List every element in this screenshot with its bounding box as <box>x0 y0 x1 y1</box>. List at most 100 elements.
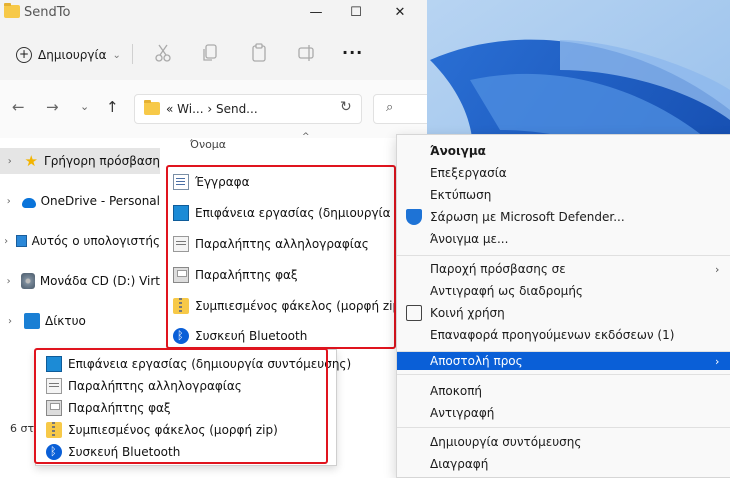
file-label: Παραλήπτης αλληλογραφίας <box>195 237 369 251</box>
menu-item-copy-as-path[interactable]: Αντιγραφή ως διαδρομής <box>397 280 730 302</box>
context-menu: Άνοιγμα Επεξεργασία Εκτύπωση Σάρωση με M… <box>396 134 730 478</box>
desktop-icon <box>173 205 189 221</box>
file-item-fax-recipient[interactable]: Παραλήπτης φαξ <box>173 263 395 287</box>
menu-item-print[interactable]: Εκτύπωση <box>397 184 730 206</box>
file-label: Συσκευή Bluetooth <box>195 329 308 343</box>
navpane-label: Μονάδα CD (D:) Virt <box>39 274 160 288</box>
folder-icon <box>144 100 160 115</box>
file-label: Συμπιεσμένος φάκελος (μορφή zip) <box>195 299 395 313</box>
menu-item-label: Διαγραφή <box>430 457 489 471</box>
up-arrow-icon[interactable]: ↑ <box>106 98 119 116</box>
navpane-item-this-pc[interactable]: › Αυτός ο υπολογιστής <box>0 228 160 254</box>
menu-item-send-to[interactable]: Αποστολή προς › <box>397 352 730 370</box>
file-list: Έγγραφα Επιφάνεια εργασίας (δημιουργία σ… <box>167 166 395 348</box>
menu-item-restore-versions[interactable]: Επαναφορά προηγούμενων εκδόσεων (1) <box>397 324 730 346</box>
menu-item-label: Επεξεργασία <box>430 166 507 180</box>
menu-item-cut[interactable]: Αποκοπή <box>397 380 730 402</box>
menu-item-label: Δημιουργία συντόμευσης <box>430 435 582 449</box>
navpane-item-quick-access[interactable]: › ★ Γρήγορη πρόσβαση <box>0 148 160 174</box>
navpane-item-network[interactable]: › Δίκτυο <box>0 308 160 334</box>
folder-icon <box>4 3 20 18</box>
close-button[interactable]: ✕ <box>387 4 413 22</box>
navpane-item-onedrive[interactable]: › OneDrive - Personal <box>0 188 160 214</box>
file-item-mail-recipient[interactable]: Παραλήπτης αλληλογραφίας <box>173 232 395 256</box>
submenu-item-label: Επιφάνεια εργασίας (δημιουργία συντόμευσ… <box>68 357 352 371</box>
fax-recipient-icon <box>46 400 62 416</box>
expand-chevron-icon[interactable]: › <box>0 156 19 167</box>
submenu-item-mail-recipient[interactable]: Παραλήπτης αλληλογραφίας <box>46 375 332 397</box>
fax-recipient-icon <box>173 267 189 283</box>
submenu-item-zip-folder[interactable]: Συμπιεσμένος φάκελος (μορφή zip) <box>46 419 332 441</box>
menu-item-open[interactable]: Άνοιγμα <box>397 140 730 162</box>
navigation-bar: ← → ⌄ ↑ « Wi... › Send... ↻ ⌕ <box>0 80 427 138</box>
recent-locations-chevron-icon[interactable]: ⌄ <box>80 100 89 113</box>
zip-folder-icon <box>173 298 189 314</box>
submenu-item-label: Παραλήπτης αλληλογραφίας <box>68 379 242 393</box>
navpane-label: Γρήγορη πρόσβαση <box>44 154 160 168</box>
menu-item-label: Αποστολή προς <box>430 354 523 368</box>
cloud-icon <box>21 197 36 208</box>
file-item-bluetooth[interactable]: Συσκευή Bluetooth <box>173 324 395 348</box>
rename-icon[interactable] <box>297 42 317 64</box>
submenu-chevron-icon: › <box>715 262 720 276</box>
submenu-item-label: Συμπιεσμένος φάκελος (μορφή zip) <box>68 423 278 437</box>
network-icon <box>24 313 40 329</box>
expand-chevron-icon[interactable]: › <box>0 236 12 247</box>
menu-item-give-access[interactable]: Παροχή πρόσβασης σε › <box>397 258 730 280</box>
expand-chevron-icon[interactable]: › <box>0 276 17 287</box>
menu-separator <box>397 255 730 256</box>
command-bar: + Δημιουργία ⌄ ··· <box>0 28 427 80</box>
back-arrow-icon[interactable]: ← <box>12 98 25 116</box>
refresh-icon[interactable]: ↻ <box>340 99 352 115</box>
sort-ascending-icon: ^ <box>302 132 310 142</box>
name-column-header[interactable]: Όνομα <box>190 138 226 151</box>
menu-item-label: Αντιγραφή ως διαδρομής <box>430 284 583 298</box>
submenu-item-fax-recipient[interactable]: Παραλήπτης φαξ <box>46 397 332 419</box>
menu-item-scan-defender[interactable]: Σάρωση με Microsoft Defender... <box>397 206 730 228</box>
menu-item-label: Άνοιγμα με... <box>430 232 509 246</box>
menu-item-delete[interactable]: Διαγραφή <box>397 453 730 475</box>
computer-icon <box>16 235 27 247</box>
submenu-item-label: Παραλήπτης φαξ <box>68 401 171 415</box>
address-bar[interactable]: « Wi... › Send... ↻ <box>134 94 362 124</box>
menu-item-create-shortcut[interactable]: Δημιουργία συντόμευσης <box>397 431 730 453</box>
defender-shield-icon <box>406 209 422 225</box>
menu-item-label: Παροχή πρόσβασης σε <box>430 262 566 276</box>
navpane-item-cd-drive[interactable]: › Μονάδα CD (D:) Virt <box>0 268 160 294</box>
menu-item-label: Σάρωση με Microsoft Defender... <box>430 210 625 224</box>
menu-item-open-with[interactable]: Άνοιγμα με... <box>397 228 730 250</box>
search-box[interactable]: ⌕ <box>373 94 427 124</box>
file-item-zip-folder[interactable]: Συμπιεσμένος φάκελος (μορφή zip) <box>173 294 395 318</box>
maximize-button[interactable]: ☐ <box>343 4 369 22</box>
file-item-desktop-shortcut[interactable]: Επιφάνεια εργασίας (δημιουργία συντ <box>173 201 395 225</box>
submenu-item-desktop-shortcut[interactable]: Επιφάνεια εργασίας (δημιουργία συντόμευσ… <box>46 353 351 375</box>
menu-item-share[interactable]: Κοινή χρήση <box>397 302 730 324</box>
plus-icon: + <box>16 47 32 63</box>
menu-item-edit[interactable]: Επεξεργασία <box>397 162 730 184</box>
menu-separator <box>397 427 730 428</box>
navpane-label: Αυτός ο υπολογιστής <box>31 234 160 248</box>
toolbar-separator <box>132 44 133 64</box>
documents-icon <box>173 174 189 190</box>
mail-recipient-icon <box>173 236 189 252</box>
menu-item-copy[interactable]: Αντιγραφή <box>397 402 730 424</box>
title-bar[interactable]: SendTo — ☐ ✕ <box>0 0 427 28</box>
bluetooth-icon <box>46 444 62 460</box>
menu-item-label: Επαναφορά προηγούμενων εκδόσεων (1) <box>430 328 675 342</box>
share-icon <box>406 305 422 321</box>
cut-icon[interactable] <box>153 42 173 64</box>
expand-chevron-icon[interactable]: › <box>0 316 20 327</box>
copy-icon[interactable] <box>200 42 220 64</box>
menu-item-label: Κοινή χρήση <box>430 306 505 320</box>
more-options-button[interactable]: ··· <box>342 43 363 62</box>
navpane-label: OneDrive - Personal <box>40 194 160 208</box>
forward-arrow-icon[interactable]: → <box>46 98 59 116</box>
file-item-documents[interactable]: Έγγραφα <box>173 170 395 194</box>
submenu-item-bluetooth[interactable]: Συσκευή Bluetooth <box>46 441 332 463</box>
new-button[interactable]: + Δημιουργία ⌄ <box>16 45 121 65</box>
paste-icon[interactable] <box>249 42 269 64</box>
minimize-button[interactable]: — <box>303 4 329 22</box>
expand-chevron-icon[interactable]: › <box>0 196 18 207</box>
star-icon: ★ <box>24 152 38 170</box>
zip-folder-icon <box>46 422 62 438</box>
